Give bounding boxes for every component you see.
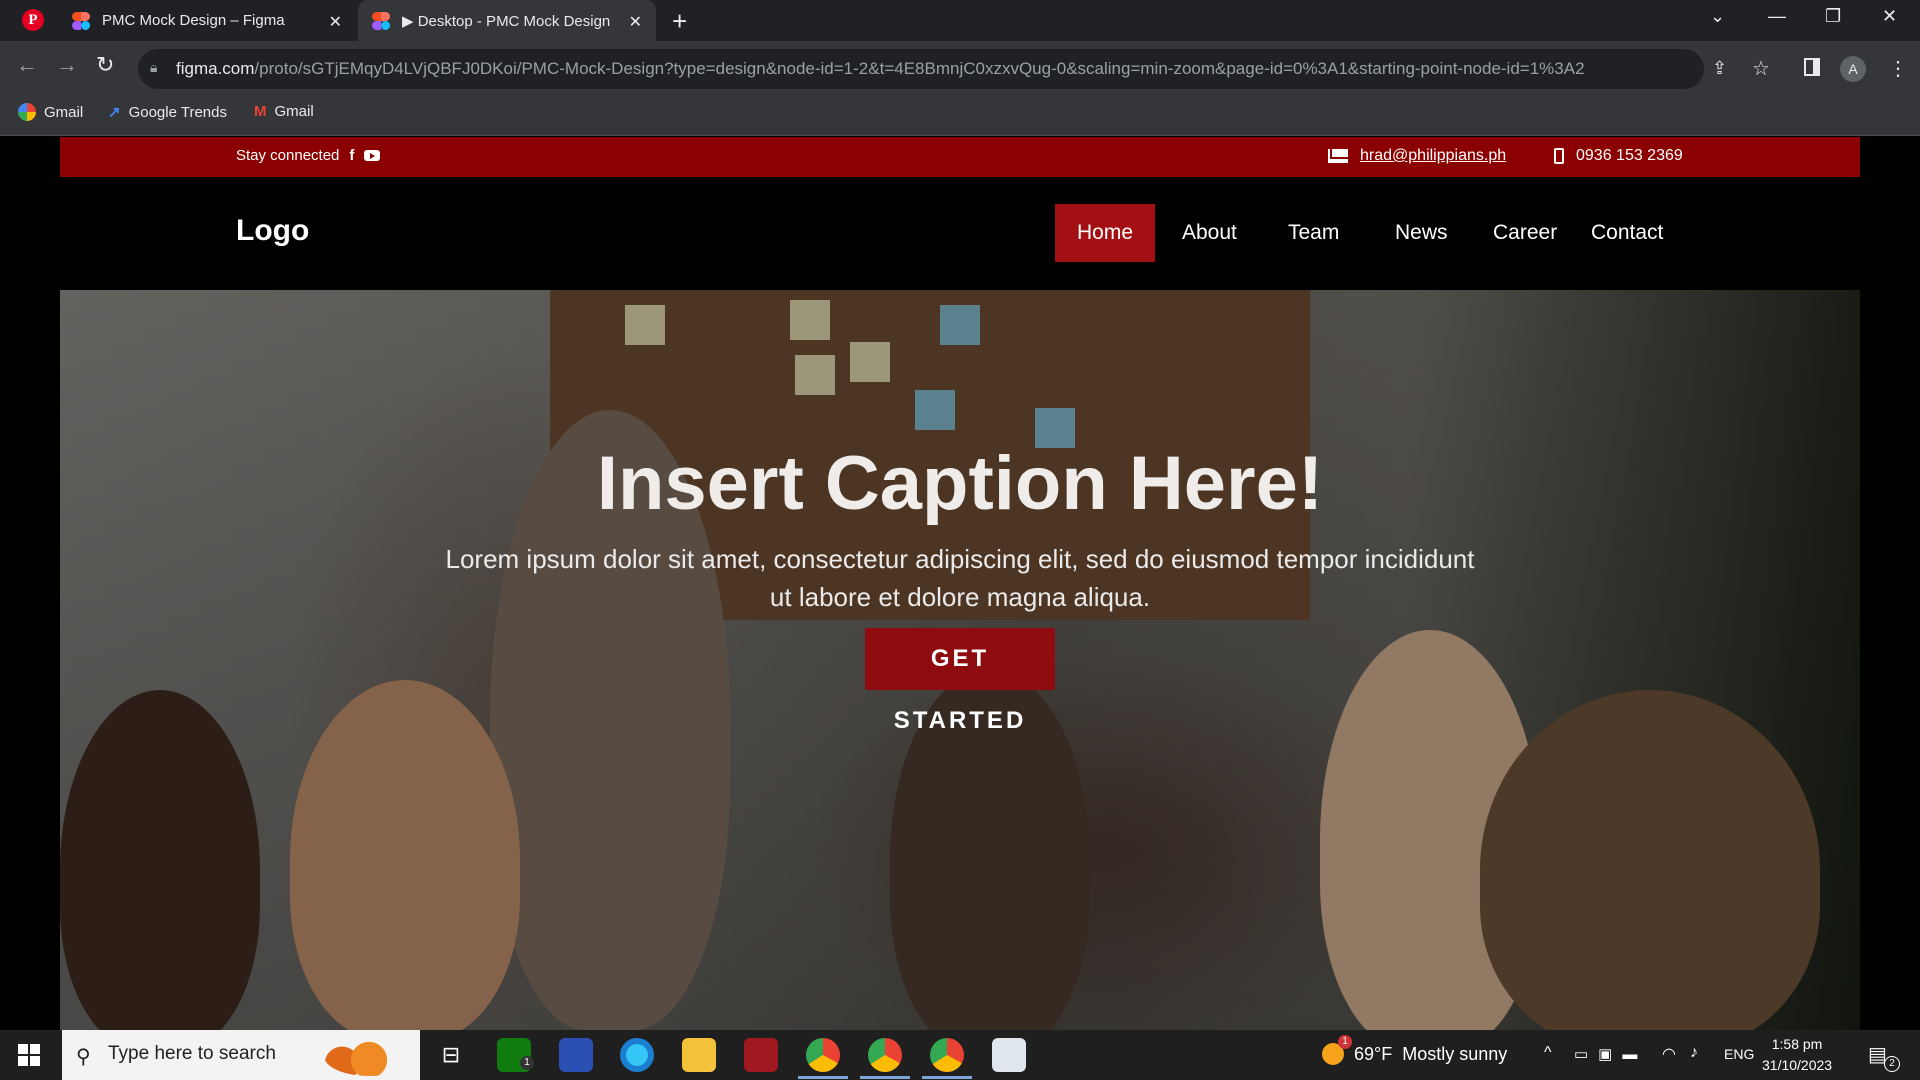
volume-icon[interactable]: ♪ [1690,1044,1698,1062]
hero-lead: Lorem ipsum dolor sit amet, consectetur … [445,544,1475,612]
weather-desc: Mostly sunny [1402,1043,1508,1064]
menu-kebab-icon[interactable]: ⋮ [1888,56,1908,81]
bookmark-google-trends[interactable]: ↗ Google Trends [108,103,227,122]
url-path: /proto/sGTjEMqyD4LVjQBFJ0DKoi/PMC-Mock-D… [254,59,1585,78]
chrome-icon[interactable] [806,1038,840,1072]
trends-icon: ↗ [108,104,121,121]
stay-connected: Stay connected f [236,147,381,164]
tab-search-chevron-icon[interactable]: ⌄ [1710,6,1725,27]
url-host: figma.com [176,59,255,78]
nav-about[interactable]: About [1160,204,1259,262]
bookmark-label: Gmail [44,103,84,121]
game-app-icon[interactable] [744,1038,778,1072]
active-app-indicator [860,1076,910,1079]
task-view-icon[interactable]: ⊟ [434,1038,468,1072]
chrome-icon[interactable] [930,1038,964,1072]
paint-icon[interactable] [992,1038,1026,1072]
side-panel-icon[interactable] [1804,58,1820,76]
active-app-indicator [922,1076,972,1079]
back-button[interactable]: ← [16,52,38,78]
close-tab-icon[interactable]: ✕ [629,12,642,32]
close-window-button[interactable]: ✕ [1882,6,1897,27]
tab-title: ▶ Desktop - PMC Mock Design [402,12,611,30]
show-hidden-icons-chevron[interactable]: ^ [1544,1044,1552,1062]
forward-button[interactable]: → [56,52,78,78]
youtube-icon[interactable] [364,150,381,161]
nav-contact[interactable]: Contact [1569,204,1685,262]
bookmark-gmail[interactable]: Gmail [18,103,83,121]
bookmark-gmail-2[interactable]: M Gmail [254,103,314,120]
nav-team[interactable]: Team [1266,204,1361,262]
url-text[interactable]: figma.com/proto/sGTjEMqyD4LVjQBFJ0DKoi/P… [176,59,1585,79]
search-placeholder: Type here to search [108,1043,276,1064]
phone-icon [1554,148,1564,164]
reload-button[interactable]: ↻ [96,52,114,78]
email-link[interactable]: hrad@philippians.ph [1360,147,1506,165]
minimize-button[interactable]: — [1768,6,1786,27]
tab-desktop-pmc-mock-design[interactable]: ▶ Desktop - PMC Mock Design ✕ [358,0,656,41]
chrome-icon[interactable] [868,1038,902,1072]
site-logo[interactable]: Logo [236,214,309,248]
clock-time: 1:58 pm [1771,1036,1823,1052]
clock[interactable]: 1:58 pm 31/10/2023 [1762,1034,1832,1076]
share-icon[interactable]: ⇪ [1712,58,1727,79]
close-tab-icon[interactable]: ✕ [329,12,342,32]
facebook-icon[interactable]: f [349,147,354,164]
email-contact: hrad@philippians.ph [1328,147,1506,165]
bookmark-star-icon[interactable]: ☆ [1752,56,1770,81]
nav-career[interactable]: Career [1471,204,1579,262]
tray-icons[interactable]: ▭▣▬ [1574,1045,1647,1063]
xbox-badge: 1 [520,1056,534,1070]
bookmark-label: Google Trends [128,103,227,121]
lock-icon[interactable]: 🔒︎ [150,59,157,76]
gmail-icon: M [254,103,267,120]
nav-home[interactable]: Home [1055,204,1156,262]
get-started-button[interactable]: GET STARTED [865,628,1055,734]
nav-news[interactable]: News [1373,204,1470,262]
sun-icon: 1 [1322,1035,1352,1065]
new-tab-button[interactable]: + [672,6,687,37]
envelope-icon [1328,149,1348,163]
active-app-indicator [798,1076,848,1079]
google-icon [18,103,36,121]
weather-widget[interactable]: 1 69°F Mostly sunny [1322,1035,1508,1065]
hero-caption: Insert Caption Here! [596,441,1324,526]
phone-number: 0936 153 2369 [1576,147,1683,164]
wifi-icon[interactable]: ◠ [1662,1044,1676,1064]
phone-contact: 0936 153 2369 [1554,147,1683,165]
figma-icon [372,11,390,30]
notification-count: 2 [1884,1056,1900,1072]
pinterest-pinned-tab-icon[interactable]: P [22,9,44,31]
windows-start-icon[interactable] [18,1044,40,1066]
weather-badge: 1 [1338,1035,1352,1049]
clock-date: 31/10/2023 [1762,1057,1833,1073]
pumpkin-search-highlight-icon [324,1036,414,1076]
tab-title: PMC Mock Design – Figma [102,12,285,29]
tab-pmc-mock-design-figma[interactable]: PMC Mock Design – Figma ✕ [58,0,356,41]
restore-button[interactable]: ❐ [1825,6,1841,27]
bookmark-label: Gmail [274,103,314,120]
weather-temp: 69°F [1354,1043,1393,1064]
print-app-icon[interactable] [559,1038,593,1072]
profile-avatar[interactable]: A [1840,56,1866,82]
stay-connected-label: Stay connected [236,147,340,164]
search-icon: ⚲ [76,1046,91,1068]
edge-icon[interactable] [620,1038,654,1072]
language-indicator[interactable]: ENG [1724,1046,1754,1062]
figma-icon [72,11,90,30]
file-explorer-icon[interactable] [682,1038,716,1072]
